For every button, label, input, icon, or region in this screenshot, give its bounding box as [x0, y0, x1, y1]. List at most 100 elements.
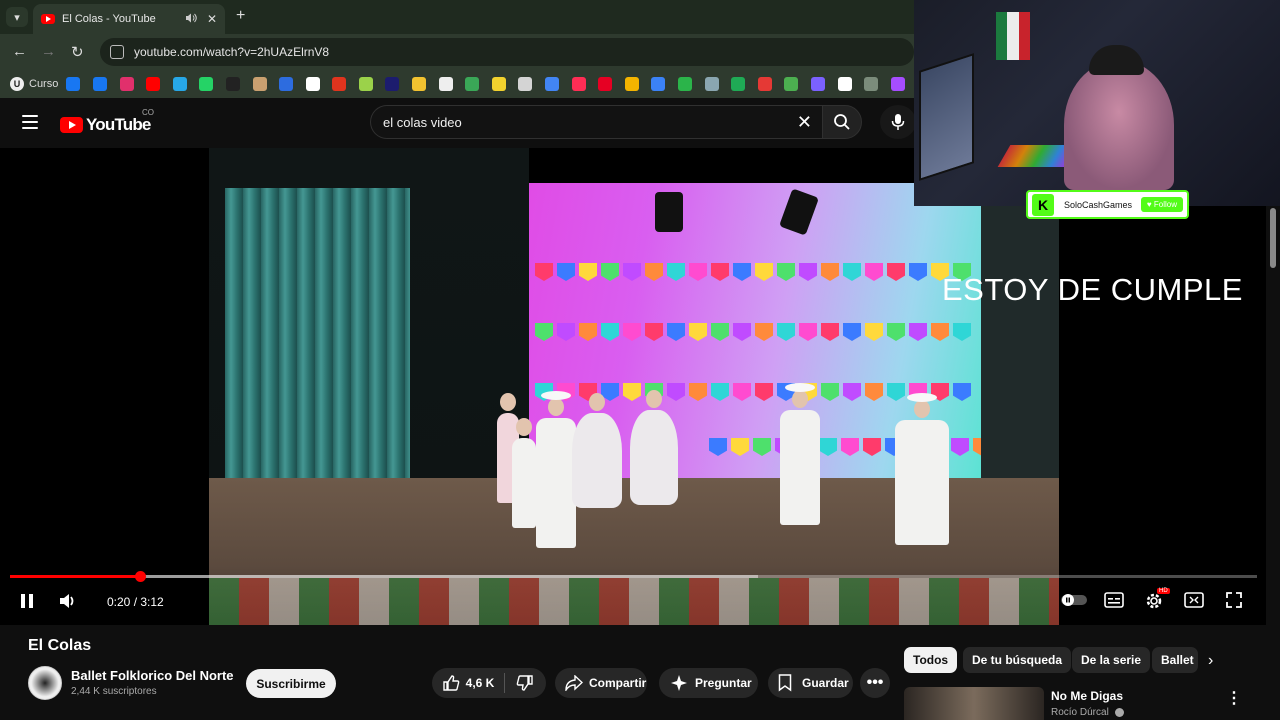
bookmark-favicon-icon[interactable] — [545, 77, 560, 91]
filter-chip[interactable]: De tu búsqueda — [963, 647, 1072, 673]
voice-search-button[interactable] — [880, 105, 916, 139]
papel-picado-flag — [667, 323, 685, 341]
search-input[interactable]: el colas video ✕ — [370, 105, 822, 139]
papel-picado-flag — [689, 383, 707, 401]
bookmark-favicon-icon[interactable] — [784, 77, 799, 91]
bookmark-favicon-icon[interactable] — [810, 77, 825, 91]
share-button[interactable]: Compartir — [555, 668, 647, 698]
papel-picado-row — [535, 323, 971, 341]
bookmark-favicon-icon[interactable] — [172, 77, 187, 91]
bookmark-favicon-icon[interactable] — [757, 77, 772, 91]
tab-list-button[interactable]: ▾ — [6, 7, 28, 27]
autoplay-toggle[interactable] — [1060, 591, 1088, 609]
subscribe-button[interactable]: Suscribirme — [246, 669, 336, 698]
dislike-button[interactable] — [505, 668, 545, 698]
youtube-logo[interactable]: YouTube CO — [60, 108, 154, 135]
bookmark-favicon-icon[interactable] — [146, 77, 161, 91]
reload-icon[interactable]: ↻ — [71, 43, 84, 61]
volume-button[interactable] — [58, 591, 78, 611]
pause-button[interactable] — [18, 591, 36, 611]
bookmark-favicon-icon[interactable] — [518, 77, 533, 91]
bookmark-favicon-icon[interactable] — [651, 77, 666, 91]
bookmark-favicon-icon[interactable] — [412, 77, 427, 91]
new-tab-button[interactable]: + — [236, 7, 245, 25]
papel-picado-flag — [931, 323, 949, 341]
avatar[interactable] — [28, 666, 62, 700]
papel-picado-flag — [887, 323, 905, 341]
papel-picado-flag — [709, 438, 727, 456]
papel-picado-flag — [865, 323, 883, 341]
bookmark-favicon-icon[interactable] — [385, 77, 400, 91]
more-vertical-icon[interactable]: ⋮ — [1226, 688, 1242, 708]
like-button[interactable]: 4,6 K — [432, 668, 504, 698]
bookmark-favicon-icon[interactable] — [66, 77, 81, 91]
ask-button[interactable]: Preguntar — [659, 668, 758, 698]
bookmarks-bar: U Curso — [0, 70, 914, 98]
bookmark-favicon-icon[interactable] — [225, 77, 240, 91]
bookmark-favicon-icon[interactable] — [252, 77, 267, 91]
bookmark-favicon-icon[interactable] — [465, 77, 480, 91]
filter-chip[interactable]: De la serie — [1072, 647, 1151, 673]
menu-icon[interactable] — [22, 115, 38, 129]
bookmark-favicon-icon[interactable] — [119, 77, 134, 91]
papel-picado-flag — [953, 383, 971, 401]
bookmark-favicon-icon[interactable] — [438, 77, 453, 91]
bookmark-favicon-icon[interactable] — [890, 77, 905, 91]
bookmark-favicon-icon[interactable] — [598, 77, 613, 91]
papel-picado-flag — [841, 438, 859, 456]
more-actions-button[interactable]: ••• — [860, 668, 890, 698]
bookmark-favicon-icon[interactable] — [92, 77, 107, 91]
verified-icon — [1114, 707, 1124, 717]
streamer-cap — [1089, 45, 1144, 75]
papel-picado-flag — [953, 323, 971, 341]
papel-picado-flag — [753, 438, 771, 456]
theater-mode-button[interactable] — [1183, 591, 1205, 609]
filter-chip[interactable]: Todos — [904, 647, 958, 673]
clear-search-icon[interactable]: ✕ — [797, 112, 812, 133]
search-button[interactable] — [822, 105, 862, 139]
channel-name[interactable]: Ballet Folklorico Del Norte — [71, 668, 234, 683]
bookmark-favicon-icon[interactable] — [704, 77, 719, 91]
fullscreen-button[interactable] — [1224, 591, 1244, 609]
forward-arrow-icon[interactable]: → — [41, 43, 56, 60]
pause-icon — [21, 594, 33, 608]
bookmark-favicon-icon[interactable] — [305, 77, 320, 91]
papel-picado-flag — [645, 323, 663, 341]
tab-youtube[interactable]: El Colas - YouTube ✕ — [33, 4, 225, 34]
bookmark-favicon-icon[interactable] — [837, 77, 852, 91]
bookmark-curso[interactable]: U Curso — [10, 77, 58, 91]
settings-button[interactable]: HD — [1143, 588, 1170, 611]
recommendation-title[interactable]: No Me Digas — [1051, 689, 1123, 703]
back-arrow-icon[interactable]: ← — [12, 43, 27, 60]
video-player[interactable]: ESTOY DE CUMPLE 0:20 / 3:12 HD — [0, 148, 1266, 625]
bookmark-favicon-icon[interactable] — [624, 77, 639, 91]
papel-picado-flag — [645, 263, 663, 281]
gear-icon — [1146, 593, 1162, 609]
chevron-right-icon[interactable]: › — [1208, 652, 1213, 670]
thumbs-up-icon — [442, 675, 459, 691]
bookmark-favicon-icon[interactable] — [571, 77, 586, 91]
mexico-flag — [996, 12, 1030, 60]
recommendation-thumbnail[interactable] — [904, 687, 1044, 720]
progress-bar[interactable] — [10, 571, 1257, 582]
bookmark-favicon-icon[interactable] — [332, 77, 347, 91]
bookmark-favicon-icon[interactable] — [199, 77, 214, 91]
filter-chip[interactable]: Ballet — [1152, 647, 1198, 673]
papel-picado-flag — [733, 263, 751, 281]
bookmark-favicon-icon[interactable] — [279, 77, 294, 91]
bookmark-favicon-icon[interactable] — [731, 77, 746, 91]
dancer — [536, 391, 576, 548]
user-icon: U — [10, 77, 24, 91]
site-info-icon[interactable] — [110, 45, 124, 59]
bookmark-favicon-icon[interactable] — [864, 77, 879, 91]
subtitles-button[interactable] — [1103, 591, 1125, 609]
scrubber-handle[interactable] — [134, 571, 146, 582]
save-button[interactable]: Guardar — [768, 668, 853, 698]
bookmark-favicon-icon[interactable] — [491, 77, 506, 91]
address-bar[interactable]: youtube.com/watch?v=2hUAzElrnV8 — [100, 38, 914, 66]
bookmark-favicon-icon[interactable] — [358, 77, 373, 91]
scrollbar[interactable] — [1270, 208, 1276, 268]
tab-close-icon[interactable]: ✕ — [207, 12, 217, 26]
bookmark-favicon-icon[interactable] — [678, 77, 692, 91]
speaker-icon[interactable] — [185, 13, 197, 26]
